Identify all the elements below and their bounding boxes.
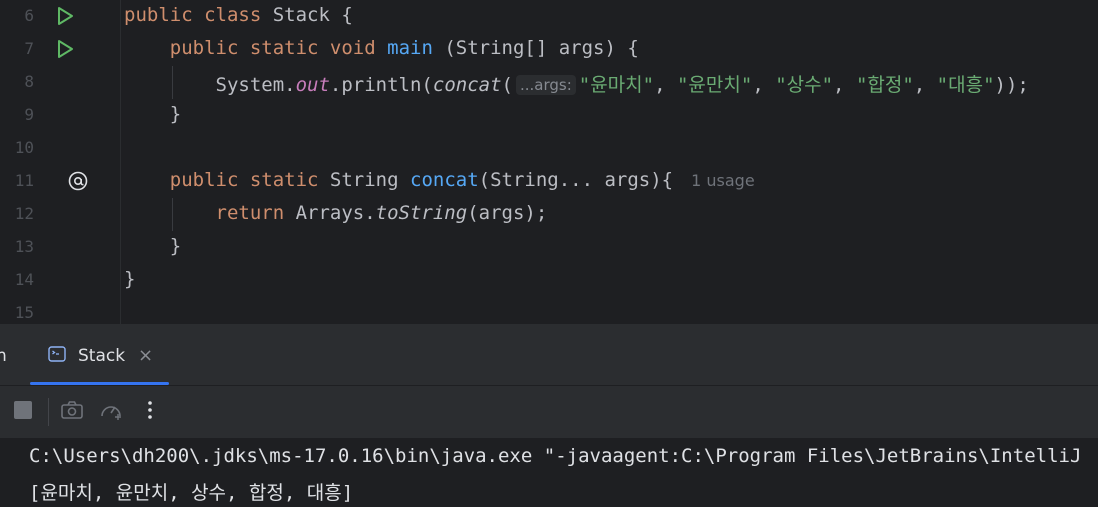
line-number: 12 — [14, 204, 34, 223]
field-name: out — [295, 74, 330, 96]
line-number: 6 — [24, 6, 34, 25]
line-number: 15 — [14, 303, 34, 322]
tab-stack[interactable]: Stack × — [30, 324, 169, 385]
toolbar-divider — [48, 398, 49, 426]
close-icon[interactable]: × — [138, 345, 153, 366]
method-call: concat — [432, 74, 502, 96]
code-text: (String[] args) { — [432, 37, 639, 59]
string-literal: "윤마치" — [578, 74, 655, 96]
code-text: ( — [501, 74, 513, 96]
active-tab-indicator — [30, 382, 169, 385]
parameter-hint: ...args: — [515, 75, 576, 95]
code-text: } — [169, 103, 182, 125]
string-literal: "윤만치" — [676, 74, 753, 96]
code-text: (args); — [467, 202, 548, 224]
stop-icon[interactable] — [11, 398, 35, 422]
comma: , — [654, 74, 677, 96]
code-text: } — [169, 235, 182, 257]
code-text: )); — [994, 74, 1029, 96]
line-number: 7 — [24, 39, 34, 58]
run-icon[interactable] — [54, 5, 76, 27]
tool-window-tabbar: n Stack × — [0, 324, 1098, 386]
console-output[interactable]: C:\Users\dh200\.jdks\ms-17.0.16\bin\java… — [0, 438, 1098, 507]
code-text: Stack { — [261, 4, 353, 26]
console-icon — [48, 346, 66, 362]
console-line: C:\Users\dh200\.jdks\ms-17.0.16\bin\java… — [29, 445, 1082, 467]
line-number: 9 — [24, 105, 34, 124]
code-text: .println( — [329, 74, 433, 96]
string-literal: "대흥" — [936, 74, 995, 96]
tool-window-title: n — [0, 346, 7, 366]
keyword: return — [215, 202, 285, 224]
code-line-13: 13 } — [0, 231, 1098, 264]
keyword: public static — [169, 169, 319, 191]
run-icon[interactable] — [54, 38, 76, 60]
more-options-icon[interactable] — [138, 398, 162, 422]
camera-icon[interactable] — [60, 398, 84, 422]
run-tool-window: n Stack × C:\Users\dh200\.jdks\ms-17.0.1… — [0, 324, 1098, 507]
code-line-12: 12 return Arrays.toString(args); — [0, 198, 1098, 231]
at-usage-icon[interactable] — [67, 170, 89, 192]
console-line: [윤마치, 윤만치, 상수, 합정, 대흥] — [29, 482, 354, 504]
method-name: concat — [410, 169, 479, 191]
code-editor[interactable]: 6 public class Stack { 7 public static v… — [0, 0, 1098, 324]
string-literal: "상수" — [775, 74, 834, 96]
tab-label: Stack — [78, 346, 126, 366]
line-number: 13 — [14, 237, 34, 256]
string-literal: "합정" — [855, 74, 914, 96]
comma: , — [752, 74, 776, 96]
keyword: public class — [124, 4, 262, 26]
code-line-6: 6 public class Stack { — [0, 0, 1098, 33]
run-toolbar — [0, 386, 1098, 438]
code-line-9: 9 } — [0, 99, 1098, 132]
line-number: 11 — [14, 171, 34, 190]
code-line-14: 14 } — [0, 264, 1098, 297]
line-number: 10 — [14, 138, 34, 157]
code-line-10: 10 — [0, 132, 1098, 165]
code-line-11: 11 public static String concat(String...… — [0, 165, 1098, 198]
line-number: 8 — [24, 72, 34, 91]
usage-hint[interactable]: 1 usage — [691, 171, 755, 190]
code-text: } — [124, 268, 136, 290]
code-text: String — [318, 169, 410, 191]
keyword: public static void — [169, 37, 376, 59]
code-line-7: 7 public static void main (String[] args… — [0, 33, 1098, 66]
line-number: 14 — [14, 270, 34, 289]
comma: , — [833, 74, 856, 96]
code-text: Arrays. — [284, 202, 376, 224]
speedometer-icon[interactable] — [99, 398, 123, 422]
comma: , — [913, 74, 937, 96]
code-line-8: 8 System.out.println(concat(...args: "윤마치… — [0, 66, 1098, 99]
code-text: System. — [215, 74, 296, 96]
method-call: toString — [375, 202, 468, 224]
code-line-15: 15 — [0, 297, 1098, 324]
method-name: main — [387, 37, 433, 59]
code-text: (String... args){ — [478, 169, 674, 191]
